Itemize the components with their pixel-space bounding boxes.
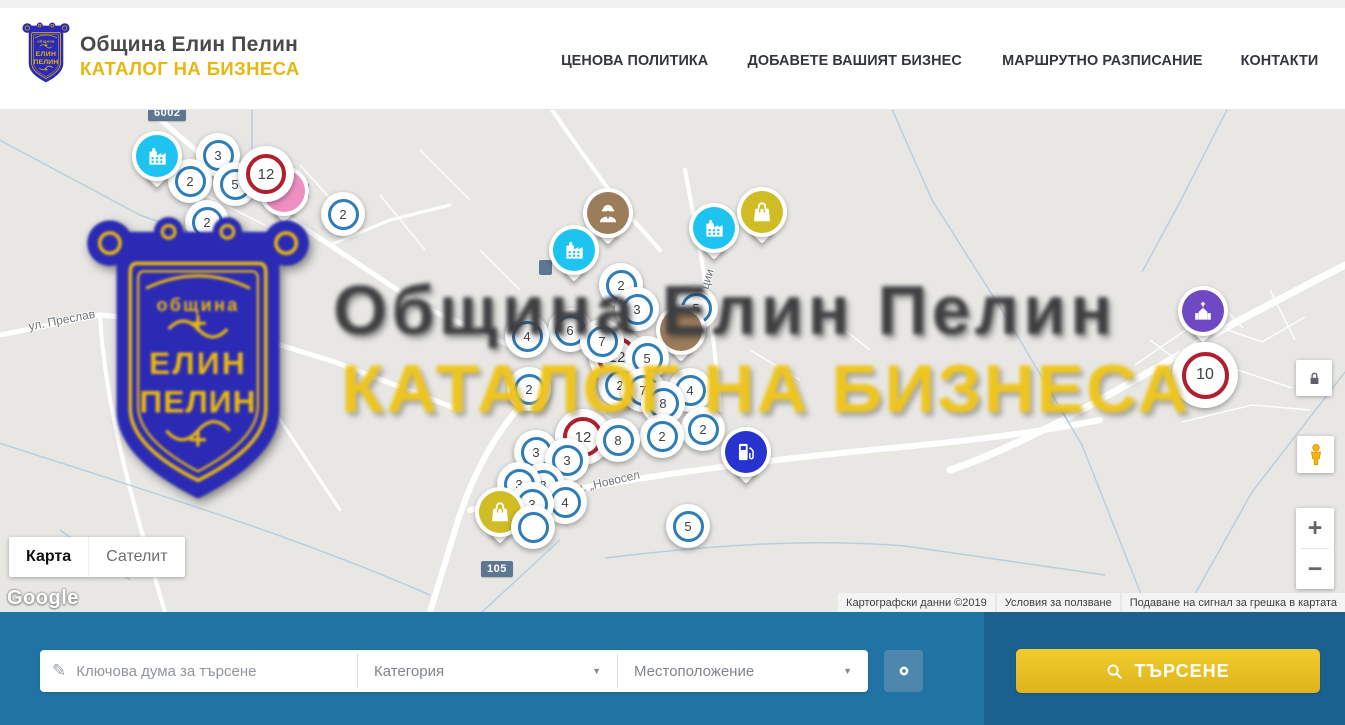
shopping-bag-icon (487, 499, 513, 525)
cluster-marker[interactable]: 12 (238, 146, 294, 202)
shopping-bag-icon (749, 199, 775, 225)
cluster-count: 2 (328, 199, 359, 230)
cluster-marker[interactable] (511, 505, 555, 549)
google-logo[interactable]: Google (7, 587, 79, 610)
search-button-label: ТЪРСЕНЕ (1134, 661, 1229, 682)
factory-icon (144, 143, 170, 169)
fuel-pump-icon (733, 439, 759, 465)
zoom-out-button[interactable]: − (1296, 549, 1334, 589)
factory-icon (701, 215, 727, 241)
svg-text:ЕЛИН: ЕЛИН (36, 51, 57, 58)
category-select[interactable]: Категория ▼ (358, 650, 617, 692)
search-button[interactable]: ТЪРСЕНЕ (1016, 649, 1320, 693)
watermark-title: Община Елин Пелин (333, 270, 1116, 350)
search-section: ✎ Категория ▼ Местоположение ▼ (0, 612, 1345, 725)
keyword-field[interactable]: ✎ (40, 650, 357, 692)
pegman-icon (1303, 442, 1329, 468)
church-pin[interactable] (1178, 286, 1228, 350)
lock-button[interactable] (1296, 360, 1332, 396)
map-type-map-button[interactable]: Карта (9, 537, 88, 577)
site-logo[interactable]: община ЕЛИН ПЕЛИН Община Елин Пелин КАТА… (22, 22, 300, 91)
svg-text:ПЕЛИН: ПЕЛИН (34, 59, 59, 66)
chevron-down-icon: ▼ (843, 666, 852, 676)
report-map-error-link[interactable]: Подаване на сигнал за грешка в картата (1122, 593, 1345, 612)
google-map[interactable]: ул. Преславбул. „Новоселции6002105 32512… (0, 110, 1345, 612)
gear-icon (894, 661, 914, 681)
watermark-subtitle: КАТАЛОГ НА БИЗНЕСА (341, 350, 1191, 428)
pin-circle (1178, 286, 1228, 336)
nav-item-transport-schedule[interactable]: МАРШРУТНО РАЗПИСАНИЕ (1002, 52, 1202, 69)
svg-text:ЕЛИН: ЕЛИН (149, 345, 247, 381)
svg-text:община: община (156, 295, 239, 315)
cluster-count: 5 (673, 511, 704, 542)
zoom-in-button[interactable]: + (1296, 508, 1334, 548)
church-icon (1190, 298, 1216, 324)
nav-item-contacts[interactable]: КОНТАКТИ (1241, 52, 1319, 69)
fuel-pin[interactable] (721, 427, 771, 491)
pin-circle (721, 427, 771, 477)
factory-pin[interactable] (132, 131, 182, 195)
svg-text:ПЕЛИН: ПЕЛИН (139, 384, 256, 420)
nav-item-pricing[interactable]: ЦЕНОВА ПОЛИТИКА (561, 52, 708, 69)
cluster-marker[interactable]: 2 (321, 192, 365, 236)
svg-text:община: община (37, 39, 55, 43)
pin-circle (737, 187, 787, 237)
cluster-marker[interactable]: 5 (666, 504, 710, 548)
lock-icon (1305, 369, 1324, 388)
site-title: Община Елин Пелин (80, 33, 300, 57)
watermark-emblem: община ЕЛИН ПЕЛИН (85, 216, 311, 519)
header: община ЕЛИН ПЕЛИН Община Елин Пелин КАТА… (0, 0, 1345, 110)
street-view-pegman-button[interactable] (1297, 436, 1334, 473)
keyword-input[interactable] (76, 663, 345, 680)
advanced-search-button[interactable] (884, 650, 923, 692)
map-data-copyright: Картографски данни ©2019 (838, 593, 995, 612)
logo-text: Община Елин Пелин КАТАЛОГ НА БИЗНЕСА (80, 33, 300, 80)
main-nav: ЦЕНОВА ПОЛИТИКА ДОБАВЕТЕ ВАШИЯТ БИЗНЕС М… (558, 52, 1320, 69)
cluster-count: 8 (603, 425, 634, 456)
site-subtitle: КАТАЛОГ НА БИЗНЕСА (80, 58, 300, 80)
top-strip (0, 0, 1345, 8)
search-fieldbar: ✎ Категория ▼ Местоположение ▼ (40, 650, 868, 692)
terms-of-use-link[interactable]: Условия за ползване (997, 593, 1120, 612)
page: община ЕЛИН ПЕЛИН Община Елин Пелин КАТА… (0, 0, 1345, 725)
map-attribution: Картографски данни ©2019 Условия за полз… (838, 593, 1345, 612)
category-select-value: Категория (374, 663, 444, 680)
zoom-control: + − (1296, 508, 1334, 589)
cluster-count (518, 512, 549, 543)
cluster-count: 4 (550, 487, 581, 518)
pin-circle (132, 131, 182, 181)
worker-icon (595, 200, 621, 226)
cluster-count: 12 (246, 154, 286, 194)
chevron-down-icon: ▼ (592, 666, 601, 676)
nav-item-add-business[interactable]: ДОБАВЕТЕ ВАШИЯТ БИЗНЕС (747, 52, 961, 69)
municipality-emblem-icon: община ЕЛИН ПЕЛИН (22, 22, 70, 91)
map-type-control: Карта Сателит (9, 537, 185, 577)
factory-icon (561, 237, 587, 263)
pin-circle (549, 225, 599, 275)
shopping-bag-pin[interactable] (737, 187, 787, 251)
location-select-value: Местоположение (634, 663, 754, 680)
factory-pin[interactable] (689, 203, 739, 267)
pencil-icon: ✎ (52, 661, 66, 681)
pin-circle (689, 203, 739, 253)
map-type-satellite-button[interactable]: Сателит (88, 537, 184, 577)
search-icon (1106, 663, 1123, 680)
location-select[interactable]: Местоположение ▼ (618, 650, 868, 692)
